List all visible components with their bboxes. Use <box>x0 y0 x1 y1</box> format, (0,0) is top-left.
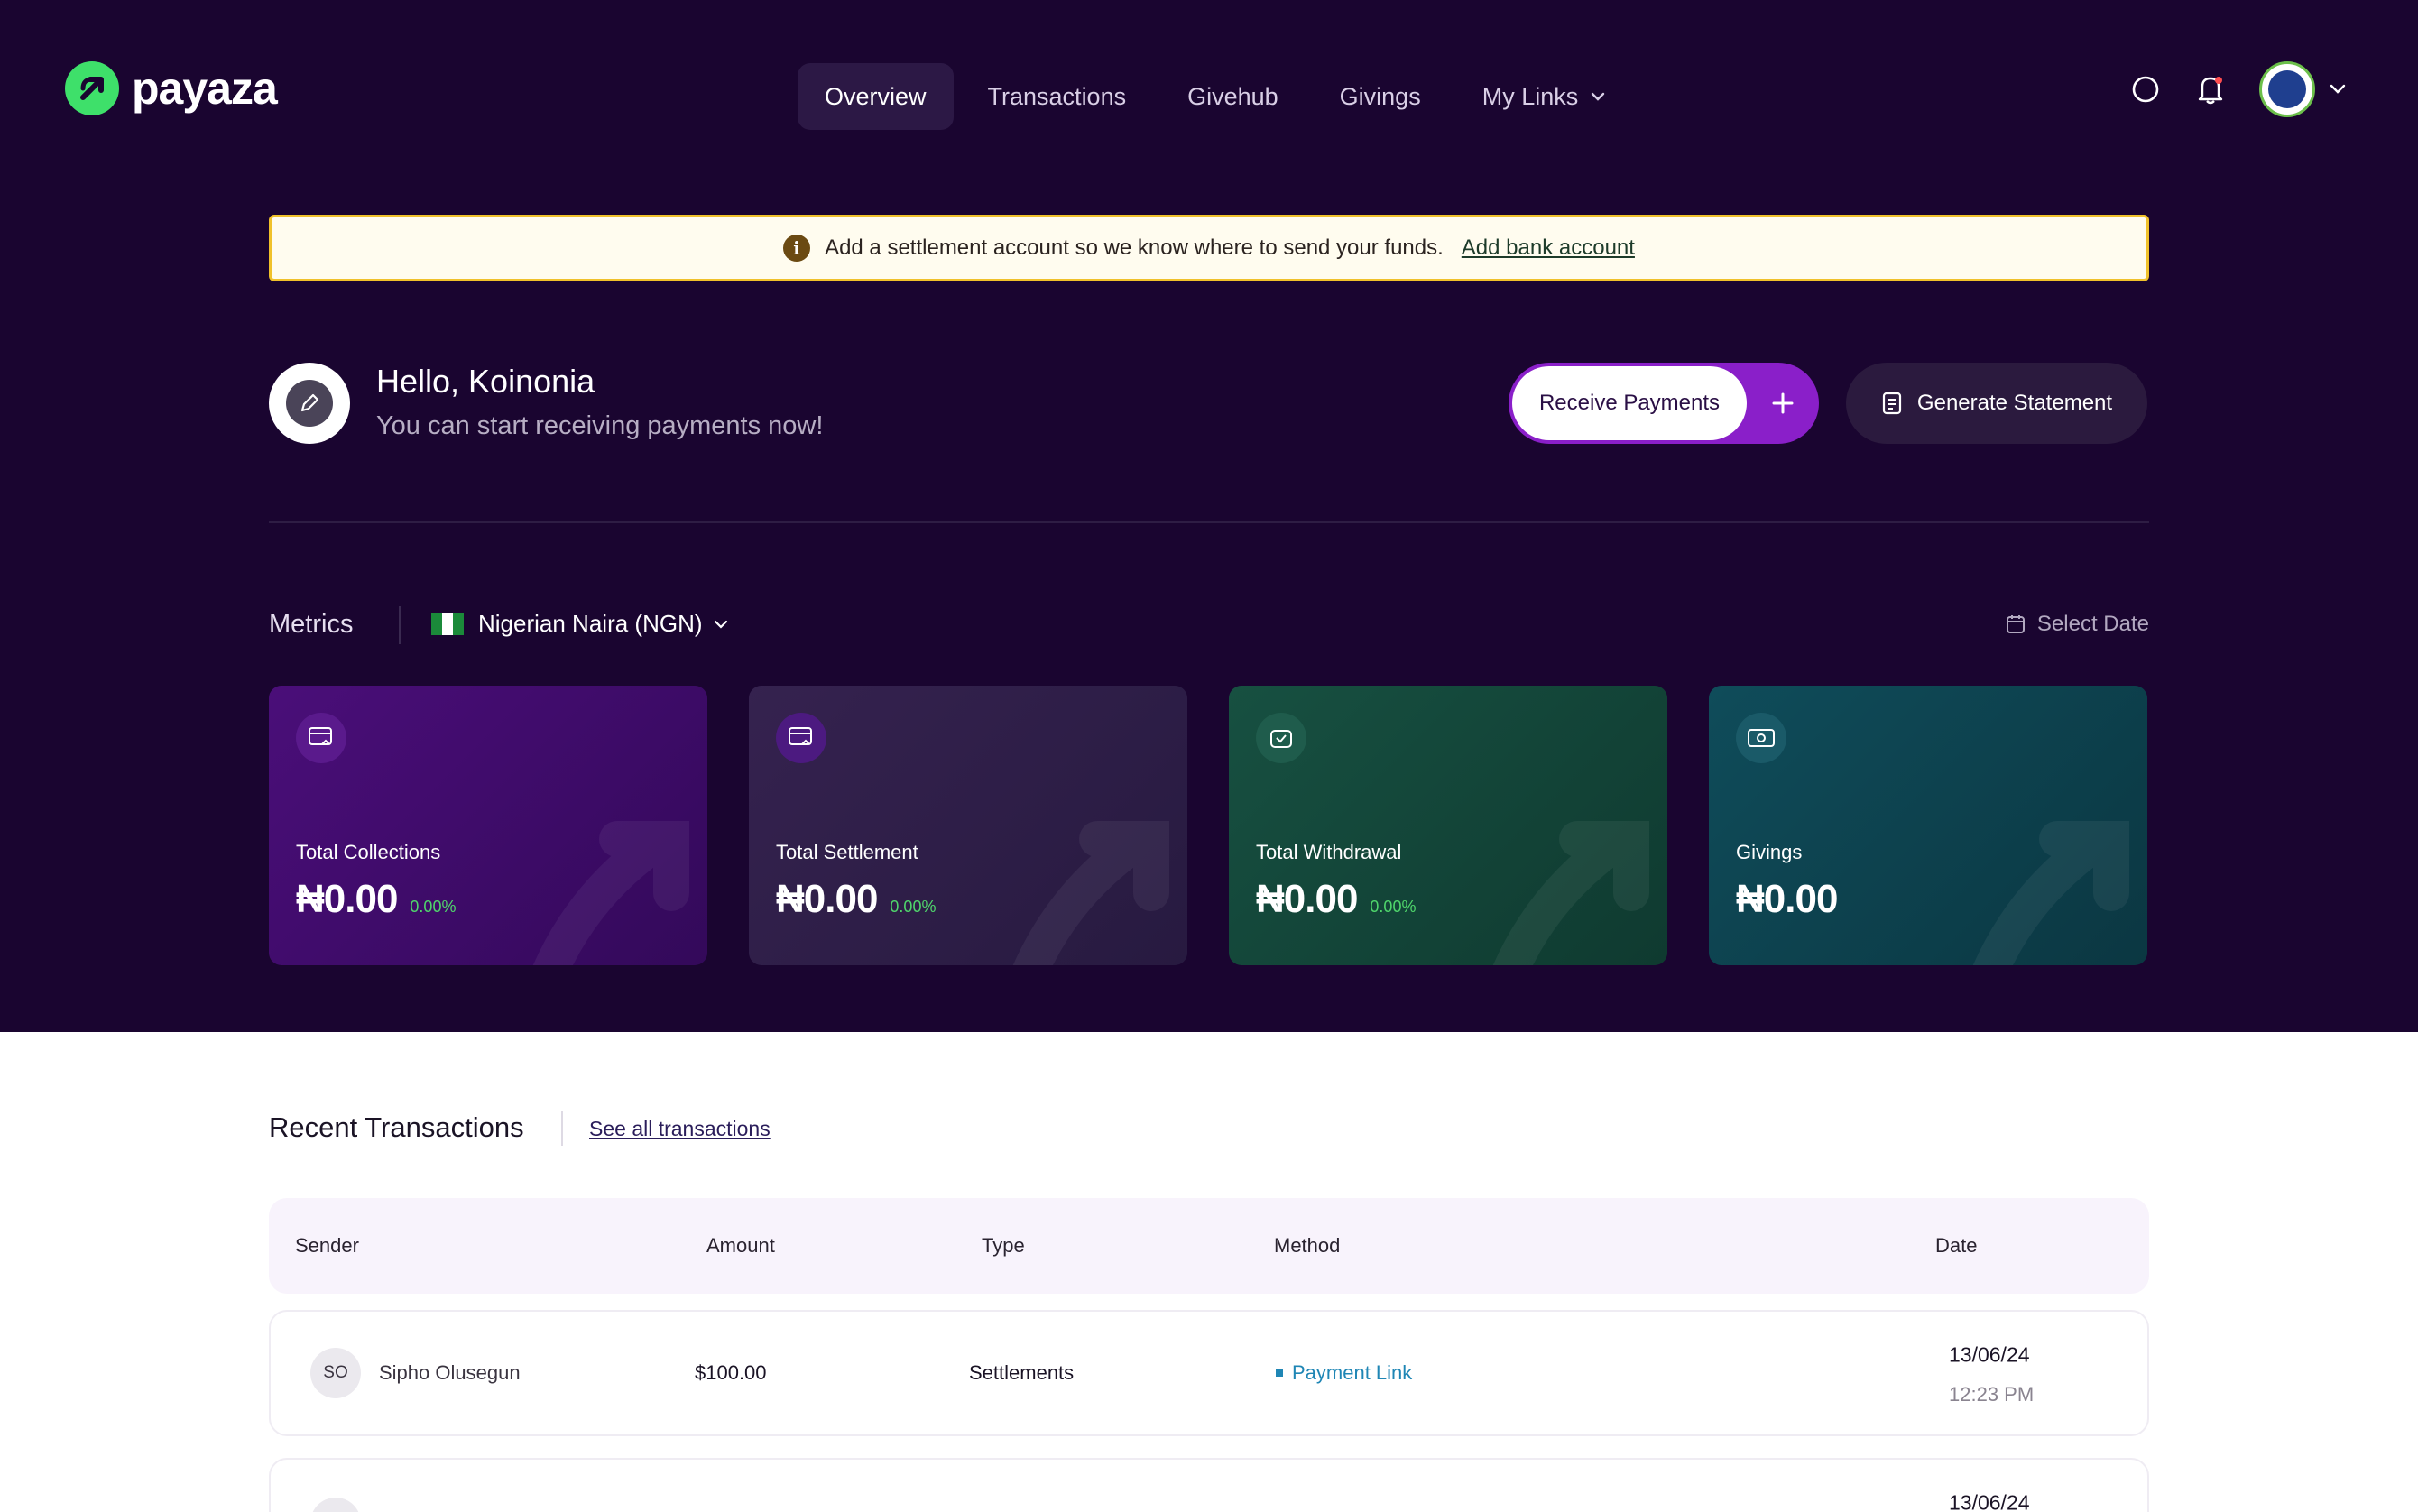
payaza-logo[interactable]: payaza <box>65 61 278 115</box>
sender-name: Sipho Olusegun <box>379 1361 521 1384</box>
calendar-icon <box>2006 615 2025 633</box>
brand-watermark-icon <box>532 821 689 965</box>
metric-value: ₦0.00 <box>776 877 878 921</box>
receive-payments-label: Receive Payments <box>1512 366 1747 440</box>
nav-label: My Links <box>1481 82 1579 110</box>
main-nav: Overview Transactions Givehub Givings My… <box>798 63 1632 130</box>
metric-card-total-collections[interactable]: Total Collections ₦0.00 0.00% <box>269 686 707 965</box>
brand-watermark-icon <box>1972 821 2129 965</box>
nav-my-links[interactable]: My Links <box>1455 63 1633 130</box>
select-date-label: Select Date <box>2036 612 2149 636</box>
settlement-banner: i Add a settlement account so we know wh… <box>269 215 2149 281</box>
transaction-time: 12:23 PM <box>1949 1383 2035 1406</box>
chevron-down-icon <box>714 620 727 629</box>
metric-value: ₦0.00 <box>1736 877 1838 921</box>
column-header-type: Type <box>982 1234 1025 1257</box>
wallet-icon <box>1256 713 1306 763</box>
sender-initials-avatar <box>310 1498 361 1512</box>
metric-label: Total Withdrawal <box>1256 841 1402 863</box>
divider <box>399 606 401 644</box>
logo-mark-icon <box>65 61 119 115</box>
avatar[interactable] <box>2259 61 2315 117</box>
metric-card-givings[interactable]: Givings ₦0.00 <box>1709 686 2147 965</box>
bell-icon[interactable] <box>2194 73 2227 106</box>
add-bank-account-link[interactable]: Add bank account <box>1462 235 1635 261</box>
nav-transactions[interactable]: Transactions <box>961 63 1154 130</box>
sender-initials-avatar: SO <box>310 1348 361 1398</box>
divider <box>269 521 2149 523</box>
metric-change: 0.00% <box>890 898 937 916</box>
nav-label: Transactions <box>987 82 1127 110</box>
brand-watermark-icon <box>1012 821 1169 965</box>
see-all-transactions-link[interactable]: See all transactions <box>589 1117 771 1141</box>
currency-label: Nigerian Naira (NGN) <box>478 610 703 637</box>
bullet-icon <box>1276 1369 1283 1377</box>
select-date-button[interactable]: Select Date <box>2005 612 2149 637</box>
table-row[interactable]: SO Sipho Olusegun $100.00 Settlements Pa… <box>269 1310 2149 1436</box>
metric-label: Givings <box>1736 841 1803 863</box>
card-transfer-icon <box>296 713 346 763</box>
nigeria-flag-icon <box>431 613 464 635</box>
cash-icon <box>1736 713 1786 763</box>
metric-label: Total Collections <box>296 841 441 863</box>
divider <box>561 1111 563 1146</box>
column-header-sender: Sender <box>295 1234 359 1257</box>
brand-name: payaza <box>132 63 278 114</box>
metrics-label: Metrics <box>269 610 354 639</box>
search-icon[interactable] <box>2129 73 2162 106</box>
metric-card-total-settlement[interactable]: Total Settlement ₦0.00 0.00% <box>749 686 1187 965</box>
document-icon <box>1882 392 1902 415</box>
metric-card-total-withdrawal[interactable]: Total Withdrawal ₦0.00 0.00% <box>1229 686 1667 965</box>
metric-change: 0.00% <box>1370 898 1417 916</box>
currency-selector[interactable]: Nigerian Naira (NGN) <box>431 610 728 638</box>
amount: $100.00 <box>695 1361 767 1384</box>
nav-label: Givings <box>1339 82 1421 110</box>
avatar-emblem-icon <box>2268 70 2306 108</box>
metric-label: Total Settlement <box>776 841 918 863</box>
banner-message: Add a settlement account so we know wher… <box>825 235 1444 260</box>
metric-value: ₦0.00 <box>1256 877 1358 921</box>
column-header-method: Method <box>1274 1234 1341 1257</box>
generate-statement-button[interactable]: Generate Statement <box>1846 363 2147 444</box>
greeting-title: Hello, Koinonia <box>376 363 595 400</box>
chevron-down-icon <box>1592 92 1605 101</box>
table-row[interactable]: 13/06/24 <box>269 1458 2149 1512</box>
card-transfer-icon <box>776 713 826 763</box>
nav-label: Givehub <box>1187 82 1278 110</box>
nav-label: Overview <box>825 82 927 110</box>
info-icon: i <box>783 235 811 262</box>
column-header-date: Date <box>1935 1234 1978 1257</box>
edit-pencil-icon <box>286 380 333 427</box>
plus-icon[interactable] <box>1747 392 1819 415</box>
generate-statement-label: Generate Statement <box>1916 391 2113 415</box>
transaction-type: Settlements <box>969 1361 1075 1384</box>
nav-givehub[interactable]: Givehub <box>1160 63 1306 130</box>
method-payment-link[interactable]: Payment Link <box>1276 1361 1412 1385</box>
nav-givings[interactable]: Givings <box>1313 63 1448 130</box>
nav-overview[interactable]: Overview <box>798 63 954 130</box>
receive-payments-button[interactable]: Receive Payments <box>1509 363 1819 444</box>
greeting-subtitle: You can start receiving payments now! <box>376 411 824 440</box>
header-actions <box>2129 61 2346 117</box>
chevron-down-icon[interactable] <box>2330 84 2346 95</box>
transaction-date: 13/06/24 <box>1949 1490 2030 1512</box>
transactions-table-header: Sender Amount Type Method Date <box>269 1198 2149 1294</box>
metric-value: ₦0.00 <box>296 877 398 921</box>
metric-change: 0.00% <box>410 898 457 916</box>
recent-transactions-title: Recent Transactions <box>269 1111 524 1143</box>
method-label: Payment Link <box>1292 1361 1413 1384</box>
hero-section: payaza Overview Transactions Givehub Giv… <box>0 0 2418 1032</box>
brand-watermark-icon <box>1492 821 1649 965</box>
column-header-amount: Amount <box>706 1234 775 1257</box>
profile-avatar[interactable] <box>269 363 350 444</box>
transaction-date: 13/06/24 <box>1949 1342 2030 1367</box>
metric-cards: Total Collections ₦0.00 0.00% Total Settl… <box>269 686 2147 965</box>
